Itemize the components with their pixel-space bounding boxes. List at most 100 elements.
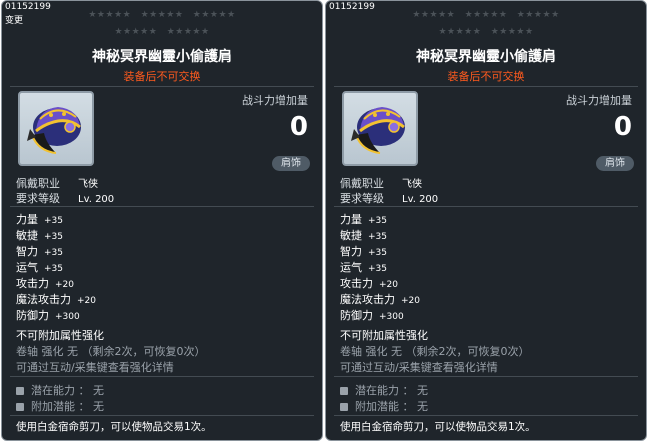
combat-power-label: 战斗力增加量 (242, 94, 308, 107)
divider (10, 206, 314, 207)
stat-value: +20 (401, 296, 420, 306)
star-group: ★★★★★ (438, 27, 482, 37)
item-icon-frame (18, 91, 94, 166)
star-force-row-1: ★★★★★ ★★★★★ ★★★★★ (2, 10, 322, 20)
stat-value: +35 (44, 216, 63, 226)
square-bullet-icon (340, 387, 348, 395)
star-group: ★★★★★ (412, 10, 456, 20)
trade-scissors-note: 使用白金宿命剪刀，可以使物品交易1次。 (340, 421, 536, 433)
divider (10, 415, 314, 416)
stat-label: 攻击力 (16, 277, 49, 290)
stat-label: 力量 (16, 213, 38, 226)
untradable-notice: 装备后不可交换 (447, 70, 525, 83)
required-level-label: 要求等级 (16, 192, 60, 205)
square-bullet-icon (16, 387, 24, 395)
square-bullet-icon (16, 403, 24, 411)
potential-text: 潜在能力 ： 无 (31, 384, 104, 397)
stat-value: +20 (55, 280, 74, 290)
potential-line: 潜在能力 ： 无 (16, 382, 104, 398)
required-job-value: 飞侠 (78, 179, 98, 190)
item-icon-frame (342, 91, 418, 166)
stat-value: +35 (44, 248, 63, 258)
stat-attack: 攻击力 +20 (340, 275, 398, 291)
stat-int: 智力 +35 (340, 243, 387, 259)
divider (334, 86, 638, 87)
item-tooltip-left: 01152199 变更 ★★★★★ ★★★★★ ★★★★★ ★★★★★ ★★★★… (1, 0, 323, 441)
divider (334, 376, 638, 377)
required-level: 要求等级 Lv. 200 (340, 190, 438, 206)
stat-luk: 运气 +35 (16, 259, 63, 275)
stat-label: 智力 (16, 245, 38, 258)
trade-scissors-note: 使用白金宿命剪刀，可以使物品交易1次。 (16, 421, 212, 433)
stat-label: 防御力 (16, 309, 49, 322)
required-level-value: Lv. 200 (78, 194, 115, 205)
additional-potential-line: 附加潜能 ： 无 (340, 398, 428, 414)
required-job: 佩戴职业 飞侠 (16, 175, 98, 191)
stat-value: +300 (55, 312, 80, 322)
star-force-row-2: ★★★★★ ★★★★★ (326, 27, 646, 37)
item-name: 神秘冥界幽靈小偷護肩 (92, 49, 232, 65)
stat-str: 力量 +35 (340, 211, 387, 227)
untradable-notice: 装备后不可交换 (123, 70, 201, 83)
stat-value: +35 (368, 264, 387, 274)
stat-value: +35 (368, 232, 387, 242)
enhance-hint: 可通过互动/采集键查看强化详情 (340, 361, 498, 374)
star-force-row-2: ★★★★★ ★★★★★ (2, 27, 322, 37)
star-force-row-1: ★★★★★ ★★★★★ ★★★★★ (326, 10, 646, 20)
item-name: 神秘冥界幽靈小偷護肩 (416, 49, 556, 65)
stat-magic-attack: 魔法攻击力 +20 (340, 291, 420, 307)
stat-label: 攻击力 (340, 277, 373, 290)
stat-value: +35 (368, 248, 387, 258)
stat-label: 运气 (16, 261, 38, 274)
star-group: ★★★★★ (166, 27, 210, 37)
star-group: ★★★★★ (516, 10, 560, 20)
divider (10, 86, 314, 87)
unenhanceable-notice: 不可附加属性强化 (340, 329, 428, 342)
shoulder-armor-icon (351, 107, 405, 154)
star-group: ★★★★★ (490, 27, 534, 37)
stat-value: +35 (44, 264, 63, 274)
stat-attack: 攻击力 +20 (16, 275, 74, 291)
divider (334, 415, 638, 416)
divider (10, 376, 314, 377)
stat-int: 智力 +35 (16, 243, 63, 259)
divider (334, 206, 638, 207)
stat-value: +35 (44, 232, 63, 242)
combat-power-value: 0 (289, 112, 308, 142)
stat-label: 魔法攻击力 (340, 293, 395, 306)
unenhanceable-notice: 不可附加属性强化 (16, 329, 104, 342)
item-tooltip-right: 01152199 ★★★★★ ★★★★★ ★★★★★ ★★★★★ ★★★★★ 神… (325, 0, 647, 441)
required-job-label: 佩戴职业 (16, 177, 60, 190)
stat-value: +300 (379, 312, 404, 322)
scroll-upgrade-info: 卷轴 强化 无 （剩余2次，可恢复0次） (340, 345, 530, 358)
star-group: ★★★★★ (114, 27, 158, 37)
additional-potential-text: 附加潜能 ： 无 (31, 400, 104, 413)
category-badge: 肩饰 (272, 156, 310, 171)
stat-defense: 防御力 +300 (340, 307, 404, 323)
required-job-label: 佩戴职业 (340, 177, 384, 190)
stat-value: +20 (77, 296, 96, 306)
stat-value: +20 (379, 280, 398, 290)
scroll-upgrade-info: 卷轴 强化 无 （剩余2次，可恢复0次） (16, 345, 206, 358)
star-group: ★★★★★ (140, 10, 184, 20)
stat-luk: 运气 +35 (340, 259, 387, 275)
stat-defense: 防御力 +300 (16, 307, 80, 323)
additional-potential-text: 附加潜能 ： 无 (355, 400, 428, 413)
required-job: 佩戴职业 飞侠 (340, 175, 422, 191)
stat-dex: 敏捷 +35 (340, 227, 387, 243)
shoulder-armor-icon (27, 107, 81, 154)
stat-label: 敏捷 (16, 229, 38, 242)
stat-dex: 敏捷 +35 (16, 227, 63, 243)
potential-line: 潜在能力 ： 无 (340, 382, 428, 398)
required-level: 要求等级 Lv. 200 (16, 190, 114, 206)
combat-power-value: 0 (613, 112, 632, 142)
enhance-hint: 可通过互动/采集键查看强化详情 (16, 361, 174, 374)
star-group: ★★★★★ (192, 10, 236, 20)
required-level-label: 要求等级 (340, 192, 384, 205)
stat-value: +35 (368, 216, 387, 226)
square-bullet-icon (340, 403, 348, 411)
star-group: ★★★★★ (88, 10, 132, 20)
category-badge: 肩饰 (596, 156, 634, 171)
stat-str: 力量 +35 (16, 211, 63, 227)
additional-potential-line: 附加潜能 ： 无 (16, 398, 104, 414)
